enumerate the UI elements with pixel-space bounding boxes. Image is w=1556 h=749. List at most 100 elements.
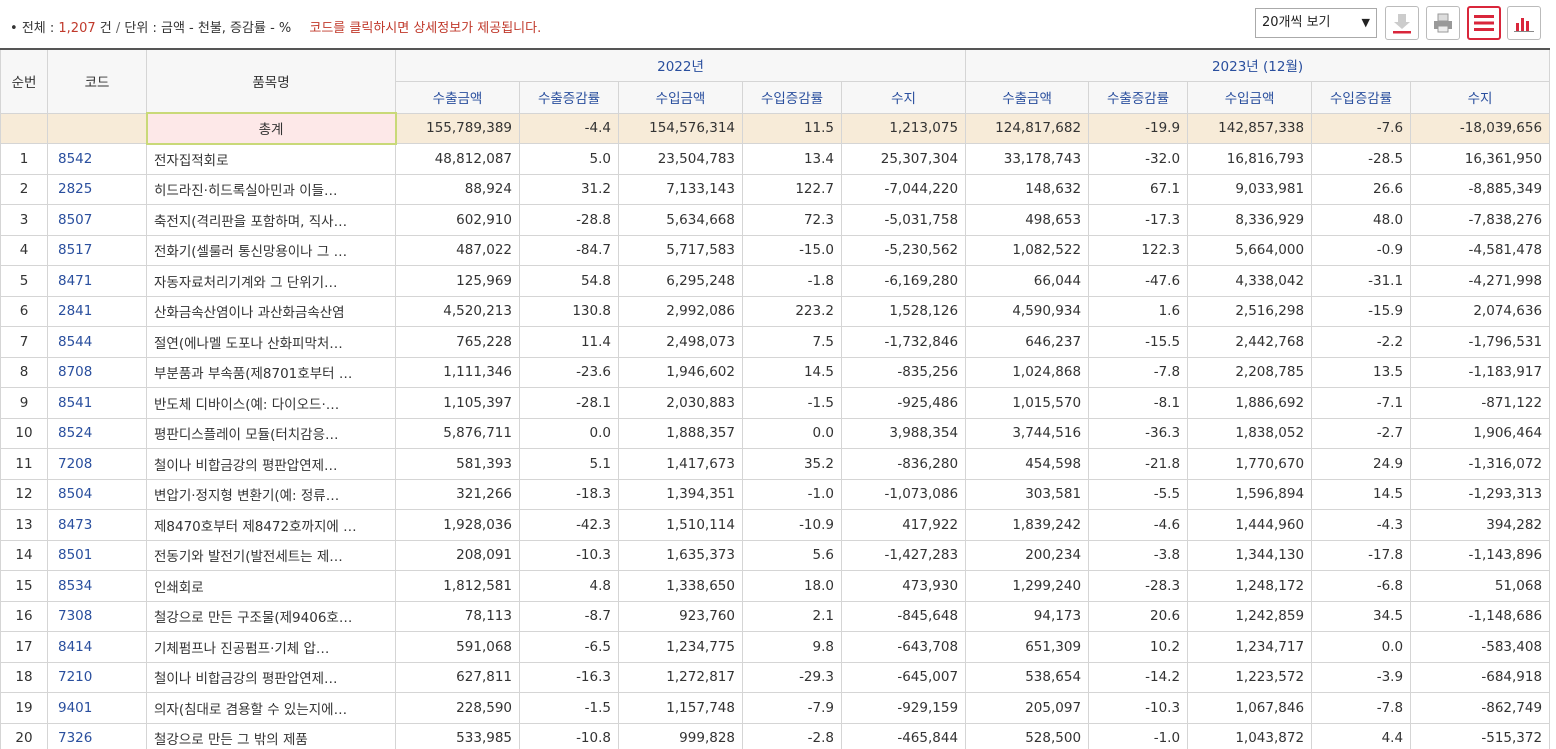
table-row: 8 8708 부분품과 부속품(제8701호부터 … 1,111,346 -23.6 1,… xyxy=(0,356,1551,388)
value-cell: 627,811 xyxy=(395,661,520,693)
row-seq-cell: 4 xyxy=(0,234,48,266)
value-cell: -14.2 xyxy=(1088,661,1189,693)
list-view-button[interactable] xyxy=(1467,6,1501,40)
value-cell: 16,816,793 xyxy=(1187,143,1313,175)
hs-code-link[interactable]: 2825 xyxy=(47,173,147,205)
bullet: • xyxy=(10,21,18,36)
hs-code-link[interactable]: 8534 xyxy=(47,570,147,602)
hs-code-link[interactable]: 8473 xyxy=(47,509,147,541)
separator: / xyxy=(115,21,121,36)
value-cell: -6,169,280 xyxy=(840,265,967,297)
hs-code-link[interactable]: 7326 xyxy=(47,722,147,749)
value-cell: 1,906,464 xyxy=(1410,417,1551,449)
hs-code-link[interactable]: 8471 xyxy=(47,265,147,297)
value-cell: -4,581,478 xyxy=(1410,234,1551,266)
value-cell: 454,598 xyxy=(965,448,1090,480)
hs-code-link[interactable]: 7208 xyxy=(47,448,147,480)
value-cell: 9,033,981 xyxy=(1187,173,1313,205)
col-header-import-change[interactable]: 수입증감률 xyxy=(1311,80,1412,114)
value-cell: 1,272,817 xyxy=(618,661,743,693)
value-cell: -4,271,998 xyxy=(1410,265,1551,297)
row-seq-cell: 8 xyxy=(0,356,48,388)
value-cell: -835,256 xyxy=(840,356,967,388)
value-cell: 2,992,086 xyxy=(618,295,743,327)
row-seq-cell: 7 xyxy=(0,326,48,358)
value-cell: -925,486 xyxy=(840,387,967,419)
value-cell: 1,015,570 xyxy=(965,387,1090,419)
value-cell: 1,444,960 xyxy=(1187,509,1313,541)
row-seq-cell: 3 xyxy=(0,204,48,236)
hs-code-link[interactable]: 9401 xyxy=(47,692,147,724)
hs-code-link[interactable]: 8544 xyxy=(47,326,147,358)
col-header-export-change[interactable]: 수출증감률 xyxy=(519,80,619,114)
hs-code-link[interactable]: 8507 xyxy=(47,204,147,236)
col-header-balance[interactable]: 수지 xyxy=(840,80,967,114)
value-cell: -2.8 xyxy=(742,722,842,749)
value-cell: 9.8 xyxy=(742,631,842,663)
col-header-export-amount[interactable]: 수출금액 xyxy=(965,80,1090,114)
value-cell: 2,442,768 xyxy=(1187,326,1313,358)
table-row: 10 8524 평판디스플레이 모듈(터치감응… 5,876,711 0.0 1,888,… xyxy=(0,417,1551,449)
value-cell: 417,922 xyxy=(840,509,967,541)
value-cell: -47.6 xyxy=(1088,265,1189,297)
hs-code-link[interactable]: 8542 xyxy=(47,143,147,175)
value-cell: -3.8 xyxy=(1088,539,1189,571)
row-seq-cell: 9 xyxy=(0,387,48,419)
value-cell: -1,732,846 xyxy=(840,326,967,358)
total-value-cell: 124,817,682 xyxy=(965,112,1090,144)
per-page-select[interactable]: 20개씩 보기 ▼ xyxy=(1255,8,1377,38)
col-header-import-change[interactable]: 수입증감률 xyxy=(742,80,842,114)
hs-code-link[interactable]: 8517 xyxy=(47,234,147,266)
value-cell: 20.6 xyxy=(1088,600,1189,632)
value-cell: -17.3 xyxy=(1088,204,1189,236)
col-header-import-amount[interactable]: 수입금액 xyxy=(618,80,743,114)
value-cell: 51,068 xyxy=(1410,570,1551,602)
chevron-down-icon: ▼ xyxy=(1361,16,1370,29)
value-cell: 1,111,346 xyxy=(395,356,520,388)
value-cell: 1,888,357 xyxy=(618,417,743,449)
value-cell: 5.6 xyxy=(742,539,842,571)
value-cell: -1,073,086 xyxy=(840,478,967,510)
hs-code-link[interactable]: 8541 xyxy=(47,387,147,419)
value-cell: 13.4 xyxy=(742,143,842,175)
value-cell: 5,664,000 xyxy=(1187,234,1313,266)
total-value-cell: -18,039,656 xyxy=(1410,112,1551,144)
col-header-import-amount[interactable]: 수입금액 xyxy=(1187,80,1313,114)
hs-code-link[interactable]: 2841 xyxy=(47,295,147,327)
value-cell: 4.4 xyxy=(1311,722,1412,749)
value-cell: 528,500 xyxy=(965,722,1090,749)
table-row: 19 9401 의자(침대로 겸용할 수 있는지에… 228,590 -1.5 1,157… xyxy=(0,692,1551,724)
hs-code-link[interactable]: 8414 xyxy=(47,631,147,663)
total-label: 총계 xyxy=(145,112,397,145)
hs-code-link[interactable]: 7210 xyxy=(47,661,147,693)
hs-code-link[interactable]: 8501 xyxy=(47,539,147,571)
row-seq-cell: 14 xyxy=(0,539,48,571)
item-name-cell: 철강으로 만든 구조물(제9406호… xyxy=(146,600,396,632)
print-button[interactable] xyxy=(1426,6,1460,40)
value-cell: 487,022 xyxy=(395,234,520,266)
col-header-export-change[interactable]: 수출증감률 xyxy=(1088,80,1189,114)
value-cell: 16,361,950 xyxy=(1410,143,1551,175)
value-cell: 10.2 xyxy=(1088,631,1189,663)
total-value-cell: 1,213,075 xyxy=(840,112,967,144)
col-header-export-amount[interactable]: 수출금액 xyxy=(395,80,520,114)
hs-code-link[interactable]: 8504 xyxy=(47,478,147,510)
value-cell: 1,082,522 xyxy=(965,234,1090,266)
value-cell: -16.3 xyxy=(519,661,619,693)
value-cell: 54.8 xyxy=(519,265,619,297)
value-cell: 0.0 xyxy=(1311,631,1412,663)
value-cell: 11.4 xyxy=(519,326,619,358)
hs-code-link[interactable]: 8524 xyxy=(47,417,147,449)
value-cell: 200,234 xyxy=(965,539,1090,571)
value-cell: -0.9 xyxy=(1311,234,1412,266)
value-cell: 2,030,883 xyxy=(618,387,743,419)
col-header-balance[interactable]: 수지 xyxy=(1410,80,1551,114)
hs-code-link[interactable]: 7308 xyxy=(47,600,147,632)
table-row: 13 8473 제8470호부터 제8472호까지에 … 1,928,036 -42.3… xyxy=(0,509,1551,541)
row-seq-cell: 5 xyxy=(0,265,48,297)
chart-view-button[interactable] xyxy=(1507,6,1541,40)
value-cell: 35.2 xyxy=(742,448,842,480)
download-button[interactable] xyxy=(1385,6,1419,40)
total-label: 전체 xyxy=(21,21,46,36)
hs-code-link[interactable]: 8708 xyxy=(47,356,147,388)
